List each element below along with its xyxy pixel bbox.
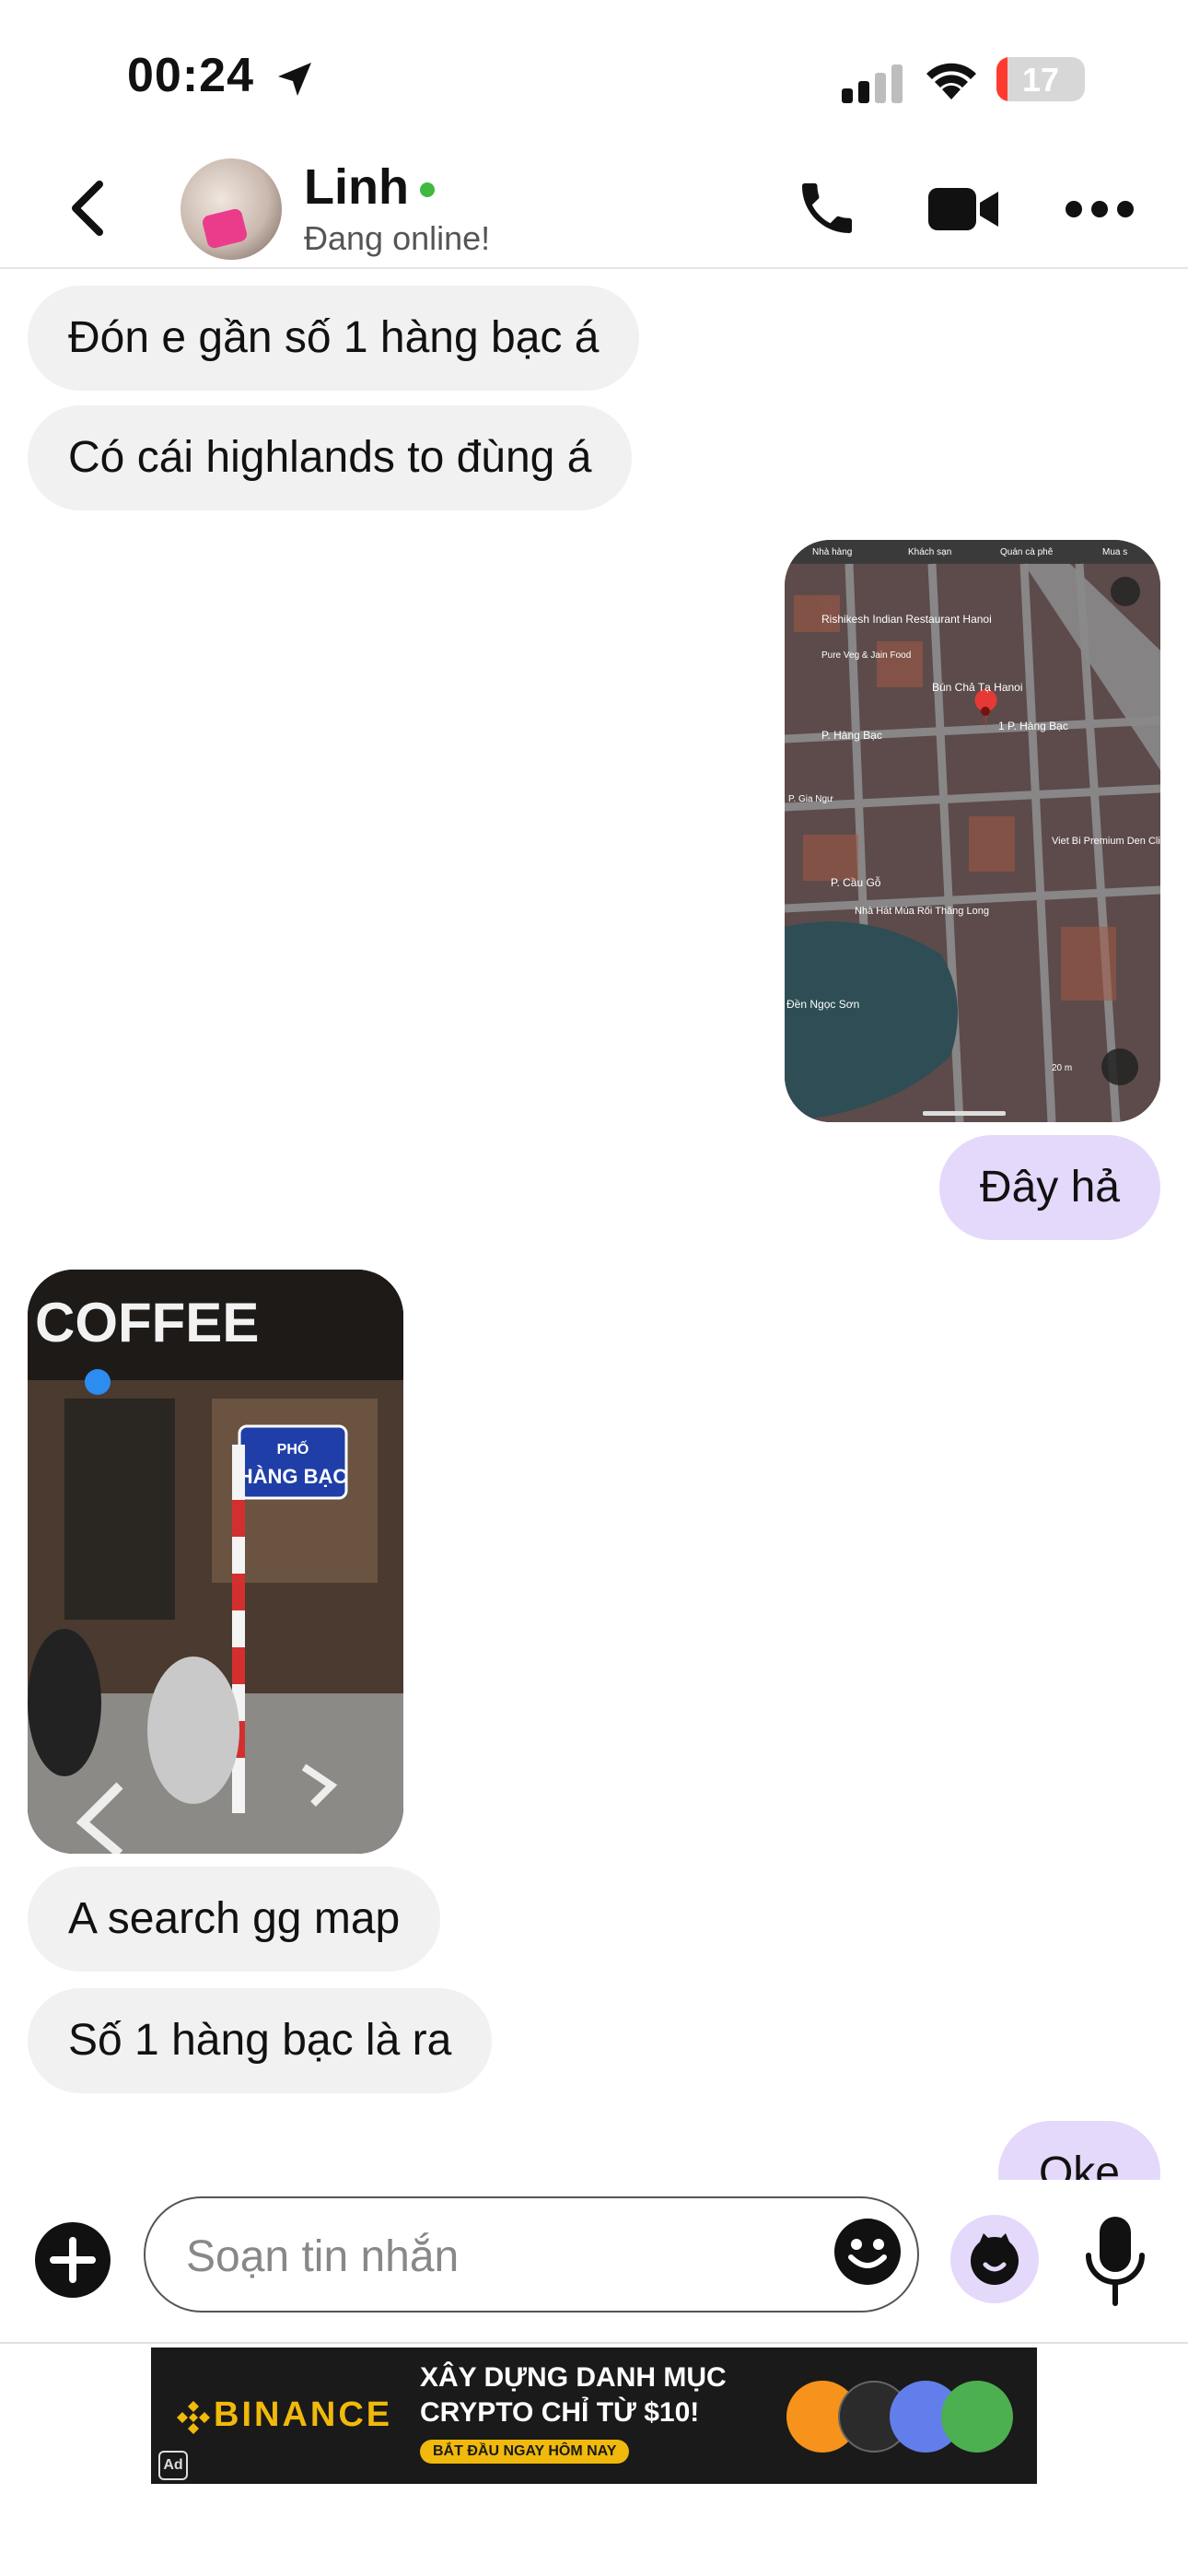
message-bubble-incoming[interactable]: Có cái highlands to đùng á (28, 405, 633, 510)
header-divider (0, 267, 1188, 269)
map-label-restaurant: Rishikesh Indian Restaurant Hanoi (821, 613, 992, 626)
status-time: 00:24 (127, 49, 254, 102)
coffee-sign-text: COFFEE (35, 1292, 259, 1353)
ad-brand: BINANCE (214, 2395, 393, 2434)
ad-headline-line1: XÂY DỰNG DANH MỤC (420, 2362, 727, 2393)
map-label-theater: Nhà Hát Múa Rối Thăng Long (855, 906, 989, 917)
map-label-pin: 1 P. Hàng Bạc (998, 720, 1068, 732)
map-tab-cafe: Quán cà phê (1000, 547, 1054, 557)
cellular-signal-icon (842, 64, 903, 103)
contact-avatar[interactable] (181, 158, 282, 260)
street-view-image[interactable]: COFFEE PHỐ HÀNG BẠC (28, 1270, 403, 1854)
binance-logo-icon (177, 2401, 210, 2434)
map-label-restaurant-sub: Pure Veg & Jain Food (821, 650, 911, 661)
avatar-detail (201, 207, 249, 250)
map-tab-shop: Mua s (1102, 547, 1127, 557)
map-label-hang-bac: P. Hàng Bạc (821, 729, 882, 742)
pepe-coin-icon (941, 2381, 1013, 2453)
message-bubble-incoming[interactable]: A search gg map (28, 1867, 441, 1972)
map-label-clinic: Viet Bi Premium Den Clinic (1052, 836, 1160, 847)
sticker-icon (971, 2233, 1019, 2285)
video-call-icon[interactable] (928, 184, 998, 234)
map-tab-restaurant: Nhà hàng (812, 547, 852, 557)
back-chevron-icon[interactable] (63, 179, 114, 238)
street-sign-top: PHỐ (277, 1439, 309, 1458)
ad-headline-line2: CRYPTO CHỈ TỪ $10! (420, 2397, 700, 2428)
contact-status: Đang online! (304, 219, 491, 257)
message-bubble-incoming[interactable]: Đón e gần số 1 hàng bạc á (28, 286, 640, 391)
street-sign-bottom: HÀNG BẠC (239, 1465, 348, 1488)
wifi-icon (926, 63, 976, 100)
map-label-bun-cha: Bún Chả Tạ Hanoi (932, 681, 1023, 694)
map-graphic: Nhà hàng Khách sạn Quán cà phê Mua s Ris… (785, 540, 1160, 1122)
location-arrow-icon (278, 63, 311, 96)
map-label-gia-ngu: P. Gia Ngư (788, 794, 833, 804)
map-screenshot-image[interactable]: Nhà hàng Khách sạn Quán cà phê Mua s Ris… (785, 540, 1160, 1122)
more-options-icon[interactable] (1065, 195, 1135, 223)
map-label-den-ngoc-son: Đền Ngọc Sơn (786, 998, 859, 1011)
sticker-button[interactable] (950, 2215, 1039, 2303)
ad-cta-button[interactable]: BẮT ĐẦU NGAY HÔM NAY (420, 2440, 630, 2464)
microphone-icon[interactable] (1083, 2215, 1147, 2307)
plus-icon (50, 2237, 96, 2283)
emoji-icon[interactable] (833, 2217, 903, 2287)
ad-divider (0, 2342, 1188, 2344)
ad-badge: Ad (158, 2451, 188, 2480)
phone-call-icon[interactable] (794, 175, 860, 241)
message-input[interactable]: Soạn tin nhắn (144, 2196, 919, 2313)
contact-name[interactable]: Linh (304, 158, 409, 216)
add-attachment-button[interactable] (35, 2222, 111, 2298)
ad-banner[interactable]: BINANCE XÂY DỰNG DANH MỤC CRYPTO CHỈ TỪ … (151, 2348, 1037, 2484)
battery-percent: 17 (1021, 61, 1060, 99)
online-indicator (420, 182, 435, 197)
message-input-placeholder: Soạn tin nhắn (186, 2232, 460, 2281)
message-bubble-incoming[interactable]: Số 1 hàng bạc là ra (28, 1988, 493, 2093)
map-label-cau-go: P. Cầu Gỗ (831, 875, 881, 889)
message-bubble-outgoing[interactable]: Đây hả (938, 1135, 1160, 1240)
map-tab-hotel: Khách sạn (908, 547, 951, 557)
battery-cap (1077, 70, 1085, 88)
map-scale: 20 m (1052, 1063, 1072, 1073)
battery-indicator: 17 (996, 57, 1085, 101)
street-graphic: COFFEE PHỐ HÀNG BẠC (28, 1270, 403, 1854)
